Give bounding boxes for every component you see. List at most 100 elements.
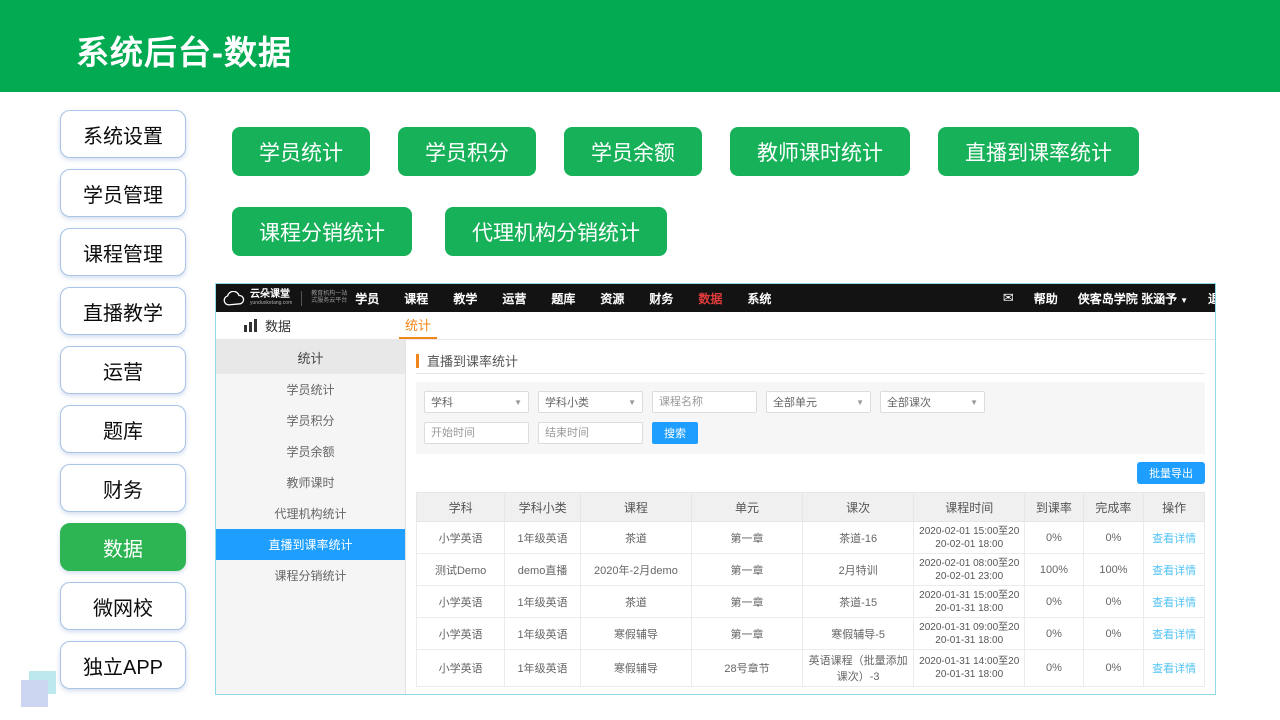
app-nav-items: 学员 课程 教学 运营 题库 资源 财务 数据 系统 (355, 290, 771, 307)
cell-course-time: 2020-01-31 15:00至2020-01-31 18:00 (914, 586, 1025, 618)
sidebar-item-data[interactable]: 数据 (60, 523, 186, 571)
nav-item-students[interactable]: 学员 (355, 290, 379, 307)
chevron-down-icon: ▼ (628, 398, 636, 407)
submenu-item-teacher-hours[interactable]: 教师课时 (216, 467, 405, 498)
logo-tagline: 教育机构一站 式服务云平台 (311, 291, 347, 305)
nav-item-question-bank[interactable]: 题库 (551, 290, 575, 307)
submenu-item-course-distribution-stats[interactable]: 课程分销统计 (216, 560, 405, 591)
nav-item-finance[interactable]: 财务 (649, 290, 673, 307)
view-details-link[interactable]: 查看详情 (1152, 629, 1196, 641)
table-row: 小学英语 1年级英语 寒假辅导 第一章 寒假辅导-5 2020-01-31 09… (417, 618, 1205, 650)
table-header-row: 学科 学科小类 课程 单元 课次 课程时间 到课率 完成率 操作 (417, 493, 1205, 522)
cell-completion-rate: 0% (1083, 586, 1144, 618)
course-distribution-stats-button[interactable]: 课程分销统计 (232, 207, 412, 256)
mail-icon[interactable]: ✉ (1003, 290, 1014, 306)
app-logo: 云朵课堂 yunduoketang.com 教育机构一站 式服务云平台 (216, 290, 347, 306)
filter-row-1: 学科▼ 学科小类▼ 全部单元▼ 全部课次▼ (424, 391, 1197, 413)
search-button[interactable]: 搜索 (652, 422, 698, 444)
cell-course: 寒假辅导 (580, 650, 691, 687)
quick-buttons-row-2: 课程分销统计 代理机构分销统计 (232, 207, 667, 256)
col-attendance-rate: 到课率 (1025, 493, 1083, 522)
lesson-select[interactable]: 全部课次▼ (880, 391, 985, 413)
breadcrumb: 数据 (244, 312, 291, 339)
unit-select[interactable]: 全部单元▼ (766, 391, 871, 413)
filter-section: 学科▼ 学科小类▼ 全部单元▼ 全部课次▼ 搜索 (416, 382, 1205, 454)
submenu-item-agency-stats[interactable]: 代理机构统计 (216, 498, 405, 529)
logo-name: 云朵课堂 (250, 290, 292, 300)
submenu-item-student-points[interactable]: 学员积分 (216, 405, 405, 436)
chevron-down-icon: ▼ (970, 398, 978, 407)
agency-distribution-stats-button[interactable]: 代理机构分销统计 (445, 207, 667, 256)
account-menu[interactable]: 侠客岛学院 张涵予▼ (1078, 290, 1188, 307)
cell-unit: 第一章 (691, 618, 802, 650)
student-stats-button[interactable]: 学员统计 (232, 127, 370, 176)
bar-chart-icon (244, 319, 258, 332)
cell-attendance-rate: 0% (1025, 650, 1083, 687)
col-course: 课程 (580, 493, 691, 522)
sidebar-item-micro-school[interactable]: 微网校 (60, 582, 186, 630)
nav-item-data[interactable]: 数据 (698, 290, 722, 307)
cell-subject: 小学英语 (417, 650, 505, 687)
col-actions: 操作 (1144, 493, 1205, 522)
view-details-link[interactable]: 查看详情 (1152, 565, 1196, 577)
sidebar-item-live-teaching[interactable]: 直播教学 (60, 287, 186, 335)
content-title: 直播到课率统计 (427, 351, 518, 370)
view-details-link[interactable]: 查看详情 (1152, 663, 1196, 675)
student-points-button[interactable]: 学员积分 (398, 127, 536, 176)
cell-subject: 测试Demo (417, 554, 505, 586)
end-time-input[interactable] (538, 422, 643, 444)
breadcrumb-section: 数据 (265, 316, 291, 335)
submenu-item-live-attendance-stats[interactable]: 直播到课率统计 (216, 529, 405, 560)
course-name-input[interactable] (652, 391, 757, 413)
cell-attendance-rate: 0% (1025, 522, 1083, 554)
cell-attendance-rate: 0% (1025, 618, 1083, 650)
cell-course-time: 2020-01-31 09:00至2020-01-31 18:00 (914, 618, 1025, 650)
app-body: 统计 学员统计 学员积分 学员余额 教师课时 代理机构统计 直播到课率统计 课程… (216, 340, 1215, 694)
help-link[interactable]: 帮助 (1034, 290, 1058, 307)
batch-export-button[interactable]: 批量导出 (1137, 462, 1205, 484)
student-balance-button[interactable]: 学员余额 (564, 127, 702, 176)
nav-item-system[interactable]: 系统 (747, 290, 771, 307)
submenu-item-student-stats[interactable]: 学员统计 (216, 374, 405, 405)
nav-item-teaching[interactable]: 教学 (453, 290, 477, 307)
cell-course: 寒假辅导 (580, 618, 691, 650)
view-details-link[interactable]: 查看详情 (1152, 533, 1196, 545)
view-details-link[interactable]: 查看详情 (1152, 597, 1196, 609)
submenu-header: 统计 (216, 340, 405, 374)
col-completion-rate: 完成率 (1083, 493, 1144, 522)
sidebar-item-finance[interactable]: 财务 (60, 464, 186, 512)
app-breadcrumb-bar: 数据 统计 (216, 312, 1215, 340)
cell-unit: 第一章 (691, 586, 802, 618)
cell-subcategory: 1年级英语 (505, 618, 581, 650)
sidebar-item-question-bank[interactable]: 题库 (60, 405, 186, 453)
cell-attendance-rate: 0% (1025, 586, 1083, 618)
sidebar-item-student-management[interactable]: 学员管理 (60, 169, 186, 217)
nav-item-resources[interactable]: 资源 (600, 290, 624, 307)
tab-statistics[interactable]: 统计 (399, 312, 437, 339)
cell-course: 2020年-2月demo (580, 554, 691, 586)
teacher-hours-stats-button[interactable]: 教师课时统计 (730, 127, 910, 176)
nav-item-operations[interactable]: 运营 (502, 290, 526, 307)
subject-select[interactable]: 学科▼ (424, 391, 529, 413)
cell-completion-rate: 100% (1083, 554, 1144, 586)
submenu-item-student-balance[interactable]: 学员余额 (216, 436, 405, 467)
start-time-input[interactable] (424, 422, 529, 444)
sidebar-item-standalone-app[interactable]: 独立APP (60, 641, 186, 689)
live-attendance-stats-button[interactable]: 直播到课率统计 (938, 127, 1139, 176)
main-sidebar: 系统设置 学员管理 课程管理 直播教学 运营 题库 财务 数据 微网校 独立AP… (60, 110, 186, 689)
cell-completion-rate: 0% (1083, 650, 1144, 687)
cell-course-time: 2020-02-01 15:00至2020-02-01 18:00 (914, 522, 1025, 554)
col-course-time: 课程时间 (914, 493, 1025, 522)
page-title: 系统后台-数据 (76, 26, 292, 74)
subcategory-select[interactable]: 学科小类▼ (538, 391, 643, 413)
chevron-down-icon: ▼ (1180, 296, 1188, 305)
sidebar-item-operations[interactable]: 运营 (60, 346, 186, 394)
sidebar-item-course-management[interactable]: 课程管理 (60, 228, 186, 276)
nav-item-courses[interactable]: 课程 (404, 290, 428, 307)
decorative-square-lavender (21, 680, 48, 707)
cell-subcategory: 1年级英语 (505, 650, 581, 687)
cell-subcategory: demo直播 (505, 554, 581, 586)
sidebar-item-system-settings[interactable]: 系统设置 (60, 110, 186, 158)
logo-text-block: 云朵课堂 yunduoketang.com (250, 290, 292, 306)
chevron-down-icon: ▼ (514, 398, 522, 407)
